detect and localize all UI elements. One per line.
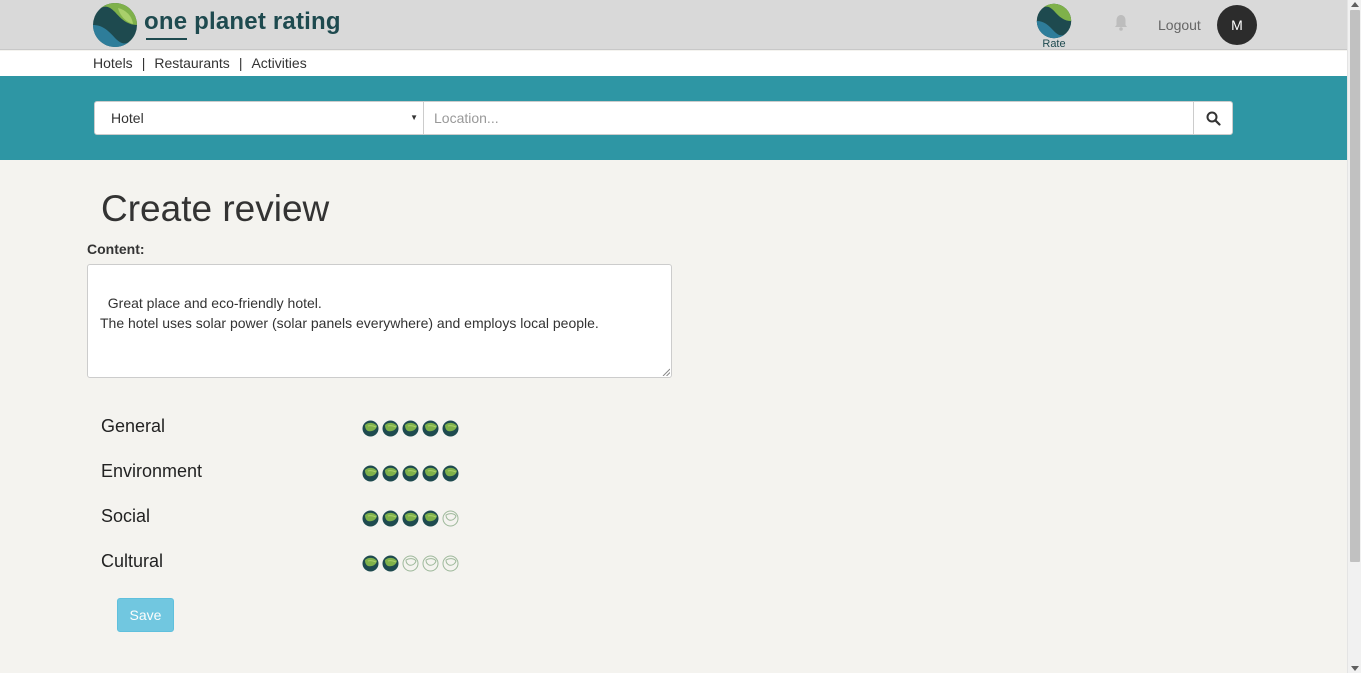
resize-handle-icon[interactable] bbox=[662, 368, 670, 376]
leaf-filled-icon[interactable] bbox=[382, 555, 399, 572]
top-navbar: one planet rating Rate Logout M bbox=[0, 0, 1347, 50]
leaf-filled-icon[interactable] bbox=[422, 465, 439, 482]
leaf-empty-icon[interactable] bbox=[442, 510, 459, 527]
leaf-filled-icon[interactable] bbox=[422, 420, 439, 437]
content-label: Content: bbox=[87, 241, 145, 257]
search-icon bbox=[1206, 111, 1221, 126]
rating-leaves bbox=[362, 510, 459, 527]
leaf-filled-icon[interactable] bbox=[382, 420, 399, 437]
rating-leaves bbox=[362, 420, 459, 437]
leaf-filled-icon[interactable] bbox=[362, 420, 379, 437]
leaf-filled-icon[interactable] bbox=[382, 510, 399, 527]
leaf-filled-icon[interactable] bbox=[382, 465, 399, 482]
leaf-filled-icon[interactable] bbox=[362, 510, 379, 527]
leaf-filled-icon[interactable] bbox=[422, 510, 439, 527]
planet-rate-icon bbox=[1036, 3, 1072, 39]
leaf-filled-icon[interactable] bbox=[442, 465, 459, 482]
content-textarea[interactable]: Great place and eco-friendly hotel. The … bbox=[87, 264, 672, 378]
rating-label: Environment bbox=[101, 461, 203, 481]
logout-link[interactable]: Logout bbox=[1158, 17, 1201, 33]
leaf-filled-icon[interactable] bbox=[362, 465, 379, 482]
nav-separator: | bbox=[141, 55, 146, 71]
rating-label: Social bbox=[101, 506, 151, 526]
rating-leaves bbox=[362, 465, 459, 482]
brand-underline bbox=[146, 38, 187, 40]
nav-link-hotels[interactable]: Hotels bbox=[93, 55, 133, 71]
content-text: Great place and eco-friendly hotel. The … bbox=[100, 295, 599, 331]
scroll-thumb[interactable] bbox=[1350, 10, 1360, 562]
type-select[interactable]: Hotel ▼ bbox=[94, 101, 424, 135]
leaf-filled-icon[interactable] bbox=[362, 555, 379, 572]
rating-label: Cultural bbox=[101, 551, 164, 571]
avatar[interactable]: M bbox=[1217, 5, 1257, 45]
leaf-filled-icon[interactable] bbox=[402, 465, 419, 482]
planet-logo-icon bbox=[93, 2, 137, 48]
brand-name: one planet rating bbox=[144, 8, 341, 35]
leaf-empty-icon[interactable] bbox=[402, 555, 419, 572]
bell-icon[interactable] bbox=[1113, 14, 1129, 32]
nav-separator: | bbox=[238, 55, 243, 71]
scroll-up-arrow-icon[interactable] bbox=[1351, 2, 1359, 7]
scroll-down-arrow-icon[interactable] bbox=[1351, 666, 1359, 671]
nav-link-activities[interactable]: Activities bbox=[251, 55, 306, 71]
rate-button[interactable]: Rate bbox=[1034, 3, 1074, 50]
rating-row-social: Social bbox=[101, 506, 501, 536]
search-button[interactable] bbox=[1193, 101, 1233, 135]
page-title: Create review bbox=[101, 188, 330, 229]
rating-leaves bbox=[362, 555, 459, 572]
save-button[interactable]: Save bbox=[117, 598, 174, 632]
caret-down-icon: ▼ bbox=[410, 113, 418, 122]
category-nav: Hotels | Restaurants | Activities bbox=[0, 51, 1347, 76]
rating-row-general: General bbox=[101, 416, 501, 446]
rate-label: Rate bbox=[1042, 38, 1066, 50]
leaf-filled-icon[interactable] bbox=[402, 510, 419, 527]
rating-row-cultural: Cultural bbox=[101, 551, 501, 581]
leaf-filled-icon[interactable] bbox=[442, 420, 459, 437]
leaf-filled-icon[interactable] bbox=[402, 420, 419, 437]
search-band: Hotel ▼ bbox=[0, 76, 1347, 160]
rating-label: General bbox=[101, 416, 166, 436]
leaf-empty-icon[interactable] bbox=[442, 555, 459, 572]
avatar-initial: M bbox=[1231, 17, 1243, 33]
rating-row-environment: Environment bbox=[101, 461, 501, 491]
leaf-empty-icon[interactable] bbox=[422, 555, 439, 572]
type-select-value: Hotel bbox=[111, 110, 144, 126]
location-input[interactable] bbox=[424, 101, 1194, 135]
brand-logo[interactable]: one planet rating bbox=[92, 2, 352, 48]
nav-link-restaurants[interactable]: Restaurants bbox=[154, 55, 229, 71]
page-scrollbar[interactable] bbox=[1347, 0, 1361, 673]
